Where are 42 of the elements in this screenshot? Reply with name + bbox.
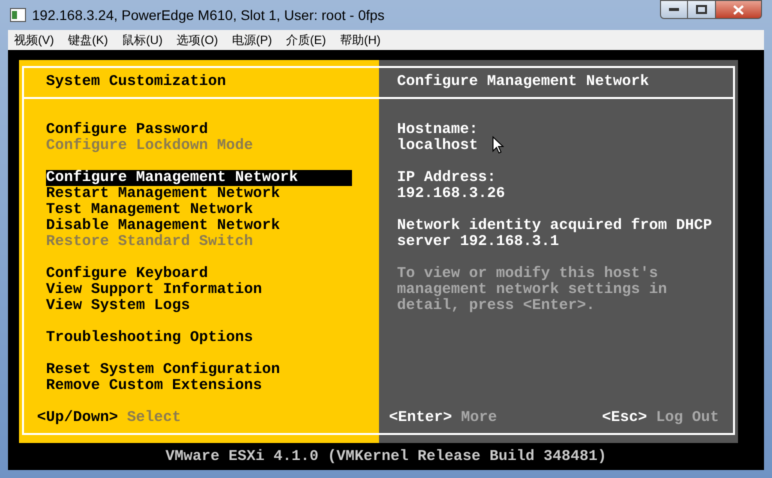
menu-option[interactable]: Disable Management Network bbox=[46, 218, 352, 234]
panel-title: Configure Management Network bbox=[397, 73, 650, 90]
menu-option[interactable]: Troubleshooting Options bbox=[46, 330, 352, 346]
field-value: localhost bbox=[397, 138, 478, 154]
menu-item[interactable]: 介质(E) bbox=[286, 31, 326, 49]
minimize-button[interactable] bbox=[660, 0, 688, 19]
close-icon bbox=[733, 4, 744, 14]
key-hint: <Esc> bbox=[602, 410, 647, 426]
key-hint: <Up/Down> bbox=[37, 410, 118, 426]
window-title: 192.168.3.24, PowerEdge M610, Slot 1, User: root - 0fps bbox=[32, 6, 385, 25]
status-line: VMware ESXi 4.1.0 (VMKernel Release Build 348481) bbox=[165, 448, 607, 464]
panel-title: System Customization bbox=[46, 73, 226, 90]
key-action: More bbox=[461, 410, 498, 426]
app-icon bbox=[10, 8, 26, 22]
menu-option[interactable]: Test Management Network bbox=[46, 202, 352, 218]
menu-option[interactable]: Configure Password bbox=[46, 122, 352, 138]
mouse-pointer-icon bbox=[492, 136, 504, 154]
field-label: Hostname: bbox=[397, 122, 478, 138]
menu-item[interactable]: 选项(O) bbox=[176, 31, 218, 49]
key-action: Log Out bbox=[656, 410, 719, 426]
maximize-button[interactable] bbox=[688, 0, 716, 19]
menu-option[interactable]: Configure Keyboard bbox=[46, 266, 352, 282]
menu-option[interactable]: View System Logs bbox=[46, 298, 352, 314]
menu-option[interactable]: Remove Custom Extensions bbox=[46, 378, 352, 394]
close-button[interactable] bbox=[716, 0, 762, 19]
menu-item[interactable]: 视频(V) bbox=[14, 31, 54, 49]
menu-option[interactable]: Reset System Configuration bbox=[46, 362, 352, 378]
menu-option[interactable]: Restart Management Network bbox=[46, 186, 352, 202]
minimize-icon bbox=[669, 8, 679, 12]
menu-item[interactable]: 电源(P) bbox=[232, 31, 272, 49]
hint-text: To view or modify this host's management network settings in detail, press <Enter>. bbox=[397, 266, 668, 314]
menu-item[interactable]: 帮助(H) bbox=[340, 31, 381, 49]
menu-option[interactable]: View Support Information bbox=[46, 282, 352, 298]
menu-item[interactable]: 键盘(K) bbox=[68, 31, 108, 49]
menu-option[interactable]: Configure Management Network bbox=[46, 170, 352, 186]
info-text: Network identity acquired from DHCP server 192.168.3.1 bbox=[397, 218, 714, 250]
maximize-icon bbox=[696, 5, 707, 14]
field-label: IP Address: bbox=[397, 170, 496, 186]
key-hint: <Enter> bbox=[389, 410, 452, 426]
field-value: 192.168.3.26 bbox=[397, 186, 506, 202]
menu-item[interactable]: 鼠标(U) bbox=[122, 31, 163, 49]
key-action: Select bbox=[127, 410, 182, 426]
